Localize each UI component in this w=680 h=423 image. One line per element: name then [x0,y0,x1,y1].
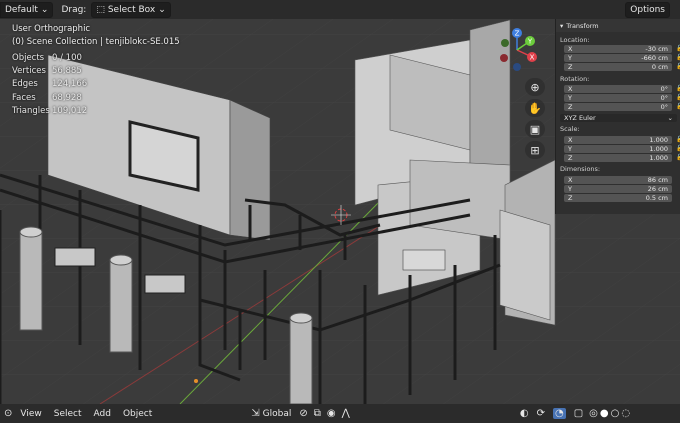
select-menu[interactable]: Select [54,409,82,419]
select-box-icon: ⬚ [96,4,105,15]
dimension-x-field[interactable]: X 86 cm [564,176,672,184]
mode-label: Default [5,4,38,15]
gizmo-toggle-icon[interactable]: ⟳ [537,408,545,419]
lock-icon[interactable]: 🔓 [676,54,680,61]
gizmo-x-label: X [530,54,535,62]
camera-icon[interactable]: ▣ [525,120,545,138]
chevron-down-icon: ⌄ [158,4,166,15]
zoom-icon[interactable]: ⊕ [525,78,545,96]
visibility-icon[interactable]: ◐ [520,408,529,419]
wall-panel [499,209,551,321]
grid-ortho-icon[interactable]: ⊞ [525,141,545,159]
gizmo-z-label: Z [515,30,520,38]
material-shading-icon[interactable]: ○ [611,408,620,419]
footer-bar: ⊙ View Select Add Object ⇲ Global ⊘ ⧉ ◉ … [0,404,680,423]
scale-z-field[interactable]: Z 1.000 [564,154,672,162]
view-menu[interactable]: View [20,409,41,419]
dimension-z-field[interactable]: Z 0.5 cm [564,194,672,202]
pillar [109,254,133,353]
editor-type-icon[interactable]: ⊙ [4,408,12,419]
location-y-field[interactable]: Y -660 cm [564,54,672,62]
desk [54,247,96,267]
lock-icon[interactable]: 🔓 [676,94,680,101]
overlay-toggle-icon[interactable]: ◔ [552,408,566,419]
stat-row: Faces 68,928 [12,92,82,103]
wireframe-shading-icon[interactable]: ◎ [589,408,598,419]
scale-label: Scale: [560,125,580,133]
orientation-icon: ⇲ [251,408,260,419]
lock-icon[interactable]: 🔓 [676,45,680,52]
proportional-edit-icon[interactable]: ◉ [327,408,336,419]
select-box-dropdown[interactable]: ⬚ Select Box ⌄ [91,1,171,18]
pillar [289,312,313,404]
lock-icon[interactable]: 🔓 [676,85,680,92]
add-menu[interactable]: Add [94,409,111,419]
lock-icon[interactable]: 🔓 [676,145,680,152]
orientation-dropdown[interactable]: Global [263,409,292,419]
location-x-field[interactable]: X -30 cm [564,45,672,53]
desk [144,274,186,294]
pillar [19,226,43,331]
xray-icon[interactable]: ▢ [574,408,583,419]
collection-name: (0) Scene Collection | tenjiblokc-SE.015 [12,37,180,47]
rotation-mode-dropdown[interactable]: XYZ Euler ⌄ [560,114,677,122]
view-info: User Orthographic (0) Scene Collection |… [12,23,180,49]
scale-x-field[interactable]: X 1.000 [564,136,672,144]
navigation-gizmo[interactable]: Z X Y [492,25,542,75]
select-box-label: Select Box [107,4,156,15]
location-z-field[interactable]: Z0 cm [564,63,672,71]
gizmo-y-label: Y [527,38,533,46]
transform-header[interactable]: ▾ Transform [556,19,680,32]
counter-block [402,249,446,271]
location-label: Location: [560,36,590,44]
pivot-icon[interactable]: ⊘ [299,408,307,419]
lock-icon[interactable]: 🔓 [676,154,680,161]
dimension-y-field[interactable]: Y 26 cm [564,185,672,193]
origin-point [194,379,198,383]
lock-icon[interactable]: 🔓 [676,136,680,143]
header-bar: Default ⌄ Drag: ⬚ Select Box ⌄ Options [0,0,680,19]
chevron-down-icon: ⌄ [40,4,49,15]
solid-shading-icon[interactable]: ● [600,408,609,419]
rotation-y-field[interactable]: Y 0° [564,94,672,102]
rotation-z-field[interactable]: Z 0° [564,103,672,111]
lock-icon[interactable]: 🔓 [676,63,680,70]
pan-hand-icon[interactable]: ✋ [525,99,545,117]
drag-label: Drag: [61,4,87,15]
mode-dropdown[interactable]: Default ⌄ [0,1,54,18]
chevron-down-icon: ▾ [560,21,564,30]
stat-row: Vertices 56,885 [12,66,82,77]
stat-row: Triangles 109,012 [12,105,88,116]
lock-icon[interactable]: 🔓 [676,103,680,110]
rotation-x-field[interactable]: X 0° [564,85,672,93]
scale-y-field[interactable]: Y 1.000 [564,145,672,153]
dimensions-label: Dimensions: [560,165,601,173]
rendered-shading-icon[interactable]: ◌ [621,408,630,419]
options-button[interactable]: Options [625,2,670,18]
stats-overlay: Objects 0 / 100 Vertices 56,885 Edges 124,1… [12,52,87,118]
snap-icon[interactable]: ⧉ [314,408,321,419]
options-label: Options [630,5,665,15]
chevron-down-icon: ⌄ [667,114,673,122]
falloff-icon[interactable]: ⋀ [342,408,350,419]
rotation-label: Rotation: [560,75,590,83]
stat-row: Edges 124,166 [12,79,88,90]
view-name: User Orthographic [12,24,91,34]
object-menu[interactable]: Object [123,409,152,419]
stat-row: Objects 0 / 100 [12,53,82,63]
transform-panel: ▾ Transform Location: X -30 cm Y -660 cm Z0… [555,19,680,214]
